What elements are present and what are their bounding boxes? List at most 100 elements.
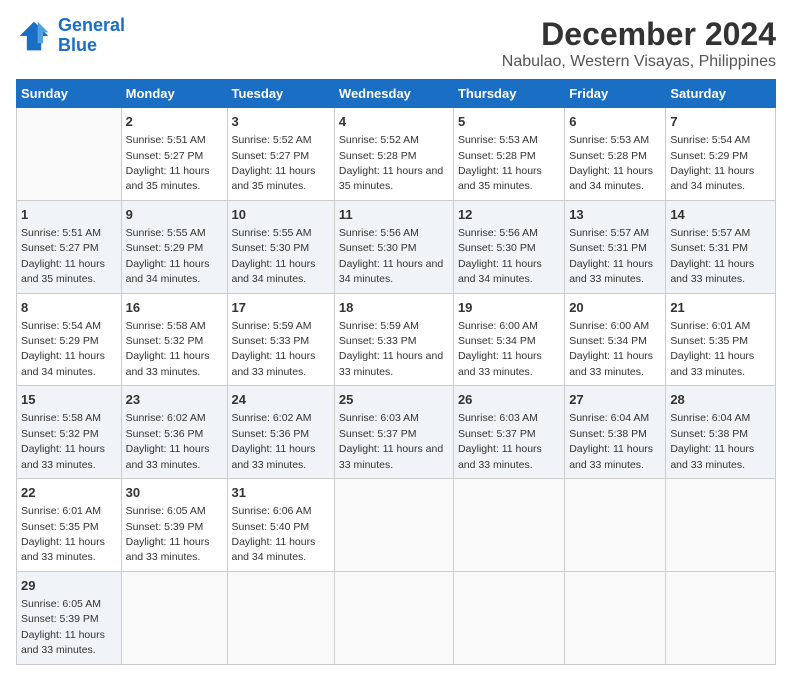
day-info: Sunrise: 5:59 AMSunset: 5:33 PMDaylight:… (339, 320, 443, 378)
calendar-cell: 20 Sunrise: 6:00 AMSunset: 5:34 PMDaylig… (565, 293, 666, 386)
day-number: 19 (458, 299, 560, 317)
calendar-cell: 31 Sunrise: 6:06 AMSunset: 5:40 PMDaylig… (227, 479, 334, 572)
header-row: Sunday Monday Tuesday Wednesday Thursday… (17, 80, 776, 108)
title-block: December 2024 Nabulao, Western Visayas, … (502, 16, 776, 71)
calendar-week-6: 29 Sunrise: 6:05 AMSunset: 5:39 PMDaylig… (17, 571, 776, 664)
col-wednesday: Wednesday (334, 80, 453, 108)
day-number: 16 (126, 299, 223, 317)
day-number: 9 (126, 206, 223, 224)
calendar-cell: 7 Sunrise: 5:54 AMSunset: 5:29 PMDayligh… (666, 108, 776, 201)
day-info: Sunrise: 6:00 AMSunset: 5:34 PMDaylight:… (458, 320, 542, 378)
day-number: 14 (670, 206, 771, 224)
day-info: Sunrise: 5:54 AMSunset: 5:29 PMDaylight:… (21, 320, 105, 378)
day-number: 22 (21, 484, 117, 502)
day-info: Sunrise: 5:56 AMSunset: 5:30 PMDaylight:… (458, 227, 542, 285)
calendar-cell: 17 Sunrise: 5:59 AMSunset: 5:33 PMDaylig… (227, 293, 334, 386)
day-info: Sunrise: 6:04 AMSunset: 5:38 PMDaylight:… (670, 412, 754, 470)
calendar-cell (334, 571, 453, 664)
day-number: 31 (232, 484, 330, 502)
day-number: 12 (458, 206, 560, 224)
day-info: Sunrise: 5:57 AMSunset: 5:31 PMDaylight:… (670, 227, 754, 285)
logo-text: GeneralBlue (58, 16, 125, 56)
day-info: Sunrise: 5:51 AMSunset: 5:27 PMDaylight:… (126, 134, 210, 192)
calendar-cell: 28 Sunrise: 6:04 AMSunset: 5:38 PMDaylig… (666, 386, 776, 479)
logo: GeneralBlue (16, 16, 125, 56)
day-info: Sunrise: 5:55 AMSunset: 5:29 PMDaylight:… (126, 227, 210, 285)
day-info: Sunrise: 5:58 AMSunset: 5:32 PMDaylight:… (21, 412, 105, 470)
day-info: Sunrise: 5:54 AMSunset: 5:29 PMDaylight:… (670, 134, 754, 192)
day-number: 8 (21, 299, 117, 317)
day-info: Sunrise: 6:00 AMSunset: 5:34 PMDaylight:… (569, 320, 653, 378)
day-number: 4 (339, 113, 449, 131)
day-number: 24 (232, 391, 330, 409)
day-info: Sunrise: 5:56 AMSunset: 5:30 PMDaylight:… (339, 227, 443, 285)
calendar-week-1: 2 Sunrise: 5:51 AMSunset: 5:27 PMDayligh… (17, 108, 776, 201)
calendar-cell: 29 Sunrise: 6:05 AMSunset: 5:39 PMDaylig… (17, 571, 122, 664)
calendar-cell: 4 Sunrise: 5:52 AMSunset: 5:28 PMDayligh… (334, 108, 453, 201)
calendar-cell: 2 Sunrise: 5:51 AMSunset: 5:27 PMDayligh… (121, 108, 227, 201)
calendar-cell: 12 Sunrise: 5:56 AMSunset: 5:30 PMDaylig… (453, 200, 564, 293)
day-number: 29 (21, 577, 117, 595)
calendar-cell: 21 Sunrise: 6:01 AMSunset: 5:35 PMDaylig… (666, 293, 776, 386)
col-sunday: Sunday (17, 80, 122, 108)
calendar-cell: 19 Sunrise: 6:00 AMSunset: 5:34 PMDaylig… (453, 293, 564, 386)
day-info: Sunrise: 6:03 AMSunset: 5:37 PMDaylight:… (458, 412, 542, 470)
day-number: 7 (670, 113, 771, 131)
calendar-week-2: 1 Sunrise: 5:51 AMSunset: 5:27 PMDayligh… (17, 200, 776, 293)
calendar-cell: 8 Sunrise: 5:54 AMSunset: 5:29 PMDayligh… (17, 293, 122, 386)
day-number: 10 (232, 206, 330, 224)
day-info: Sunrise: 6:01 AMSunset: 5:35 PMDaylight:… (670, 320, 754, 378)
day-number: 13 (569, 206, 661, 224)
calendar-cell (453, 479, 564, 572)
day-number: 20 (569, 299, 661, 317)
calendar-cell: 24 Sunrise: 6:02 AMSunset: 5:36 PMDaylig… (227, 386, 334, 479)
calendar-cell (227, 571, 334, 664)
calendar-cell: 5 Sunrise: 5:53 AMSunset: 5:28 PMDayligh… (453, 108, 564, 201)
calendar-week-4: 15 Sunrise: 5:58 AMSunset: 5:32 PMDaylig… (17, 386, 776, 479)
day-number: 17 (232, 299, 330, 317)
calendar-cell: 18 Sunrise: 5:59 AMSunset: 5:33 PMDaylig… (334, 293, 453, 386)
day-number: 3 (232, 113, 330, 131)
calendar-cell: 16 Sunrise: 5:58 AMSunset: 5:32 PMDaylig… (121, 293, 227, 386)
calendar-cell: 1 Sunrise: 5:51 AMSunset: 5:27 PMDayligh… (17, 200, 122, 293)
col-saturday: Saturday (666, 80, 776, 108)
calendar-week-5: 22 Sunrise: 6:01 AMSunset: 5:35 PMDaylig… (17, 479, 776, 572)
day-info: Sunrise: 5:51 AMSunset: 5:27 PMDaylight:… (21, 227, 105, 285)
col-thursday: Thursday (453, 80, 564, 108)
logo-icon (16, 18, 52, 54)
calendar-cell: 23 Sunrise: 6:02 AMSunset: 5:36 PMDaylig… (121, 386, 227, 479)
col-monday: Monday (121, 80, 227, 108)
calendar-table: Sunday Monday Tuesday Wednesday Thursday… (16, 79, 776, 665)
day-number: 11 (339, 206, 449, 224)
day-info: Sunrise: 6:06 AMSunset: 5:40 PMDaylight:… (232, 505, 316, 563)
calendar-cell: 25 Sunrise: 6:03 AMSunset: 5:37 PMDaylig… (334, 386, 453, 479)
day-info: Sunrise: 6:05 AMSunset: 5:39 PMDaylight:… (21, 598, 105, 656)
calendar-cell (666, 479, 776, 572)
calendar-cell: 22 Sunrise: 6:01 AMSunset: 5:35 PMDaylig… (17, 479, 122, 572)
day-number: 1 (21, 206, 117, 224)
col-tuesday: Tuesday (227, 80, 334, 108)
calendar-cell (121, 571, 227, 664)
day-info: Sunrise: 5:52 AMSunset: 5:28 PMDaylight:… (339, 134, 443, 192)
day-number: 26 (458, 391, 560, 409)
calendar-cell: 10 Sunrise: 5:55 AMSunset: 5:30 PMDaylig… (227, 200, 334, 293)
col-friday: Friday (565, 80, 666, 108)
day-info: Sunrise: 6:04 AMSunset: 5:38 PMDaylight:… (569, 412, 653, 470)
calendar-cell: 15 Sunrise: 5:58 AMSunset: 5:32 PMDaylig… (17, 386, 122, 479)
day-info: Sunrise: 5:53 AMSunset: 5:28 PMDaylight:… (458, 134, 542, 192)
calendar-cell: 13 Sunrise: 5:57 AMSunset: 5:31 PMDaylig… (565, 200, 666, 293)
day-number: 18 (339, 299, 449, 317)
day-info: Sunrise: 5:52 AMSunset: 5:27 PMDaylight:… (232, 134, 316, 192)
calendar-cell (334, 479, 453, 572)
calendar-cell: 9 Sunrise: 5:55 AMSunset: 5:29 PMDayligh… (121, 200, 227, 293)
day-info: Sunrise: 6:01 AMSunset: 5:35 PMDaylight:… (21, 505, 105, 563)
day-info: Sunrise: 5:55 AMSunset: 5:30 PMDaylight:… (232, 227, 316, 285)
calendar-cell: 30 Sunrise: 6:05 AMSunset: 5:39 PMDaylig… (121, 479, 227, 572)
calendar-cell: 27 Sunrise: 6:04 AMSunset: 5:38 PMDaylig… (565, 386, 666, 479)
calendar-cell (453, 571, 564, 664)
calendar-cell (565, 571, 666, 664)
calendar-body: 2 Sunrise: 5:51 AMSunset: 5:27 PMDayligh… (17, 108, 776, 665)
day-number: 21 (670, 299, 771, 317)
day-info: Sunrise: 5:53 AMSunset: 5:28 PMDaylight:… (569, 134, 653, 192)
page-title: December 2024 (502, 16, 776, 53)
